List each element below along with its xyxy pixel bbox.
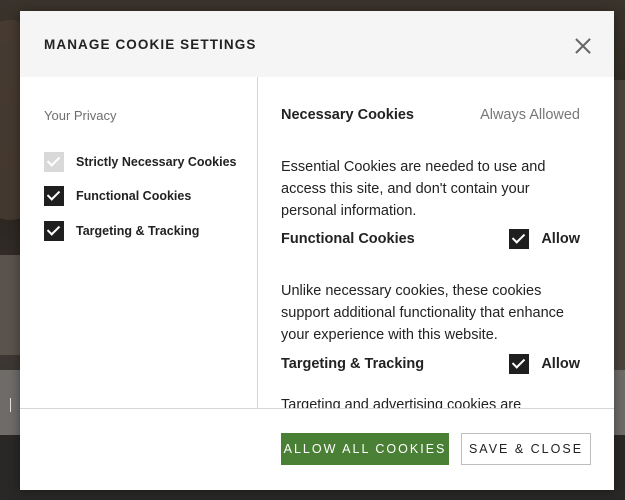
privacy-sidebar: Your Privacy Strictly Necessary Cookies … <box>20 77 258 408</box>
allow-label: Allow <box>541 356 580 372</box>
backdrop-divider <box>10 398 11 412</box>
section-header-targeting: Targeting & Tracking Allow <box>281 353 580 375</box>
section-title: Necessary Cookies <box>281 107 414 123</box>
allow-label: Allow <box>541 231 580 247</box>
save-and-close-button[interactable]: SAVE & CLOSE <box>461 433 591 465</box>
cookie-details-panel: Necessary Cookies Always Allowed Essenti… <box>258 77 614 408</box>
checkbox-checked[interactable] <box>509 354 530 374</box>
sidebar-heading: Your Privacy <box>44 108 117 123</box>
sidebar-item-targeting[interactable]: Targeting & Tracking <box>44 221 199 241</box>
checkbox-checked-disabled <box>44 152 64 172</box>
section-title: Targeting & Tracking <box>281 356 425 372</box>
allow-toggle-targeting[interactable]: Allow <box>509 354 580 374</box>
modal-header: MANAGE COOKIE SETTINGS <box>20 11 614 77</box>
close-icon[interactable] <box>572 35 594 57</box>
section-header-functional: Functional Cookies Allow <box>281 228 580 250</box>
checkbox-checked[interactable] <box>44 221 64 241</box>
always-allowed-status: Always Allowed <box>480 107 580 123</box>
cookie-settings-modal: MANAGE COOKIE SETTINGS Your Privacy Stri… <box>20 11 614 490</box>
checkbox-checked[interactable] <box>509 229 530 249</box>
modal-title: MANAGE COOKIE SETTINGS <box>44 37 257 52</box>
checkbox-checked[interactable] <box>44 186 64 206</box>
section-description: Essential Cookies are needed to use and … <box>281 159 546 219</box>
sidebar-item-strictly-necessary[interactable]: Strictly Necessary Cookies <box>44 152 237 172</box>
allow-all-cookies-button[interactable]: ALLOW ALL COOKIES <box>281 433 449 465</box>
sidebar-item-label: Functional Cookies <box>76 189 192 203</box>
section-description: Unlike necessary cookies, these cookies … <box>281 283 564 343</box>
modal-footer: ALLOW ALL COOKIES SAVE & CLOSE <box>20 408 614 490</box>
section-description: Targeting and advertising cookies are <box>281 397 522 408</box>
section-header-necessary: Necessary Cookies Always Allowed <box>281 104 580 126</box>
allow-toggle-functional[interactable]: Allow <box>509 229 580 249</box>
sidebar-item-label: Targeting & Tracking <box>76 224 200 238</box>
sidebar-item-functional[interactable]: Functional Cookies <box>44 186 191 206</box>
section-title: Functional Cookies <box>281 231 415 247</box>
sidebar-item-label: Strictly Necessary Cookies <box>76 155 237 169</box>
